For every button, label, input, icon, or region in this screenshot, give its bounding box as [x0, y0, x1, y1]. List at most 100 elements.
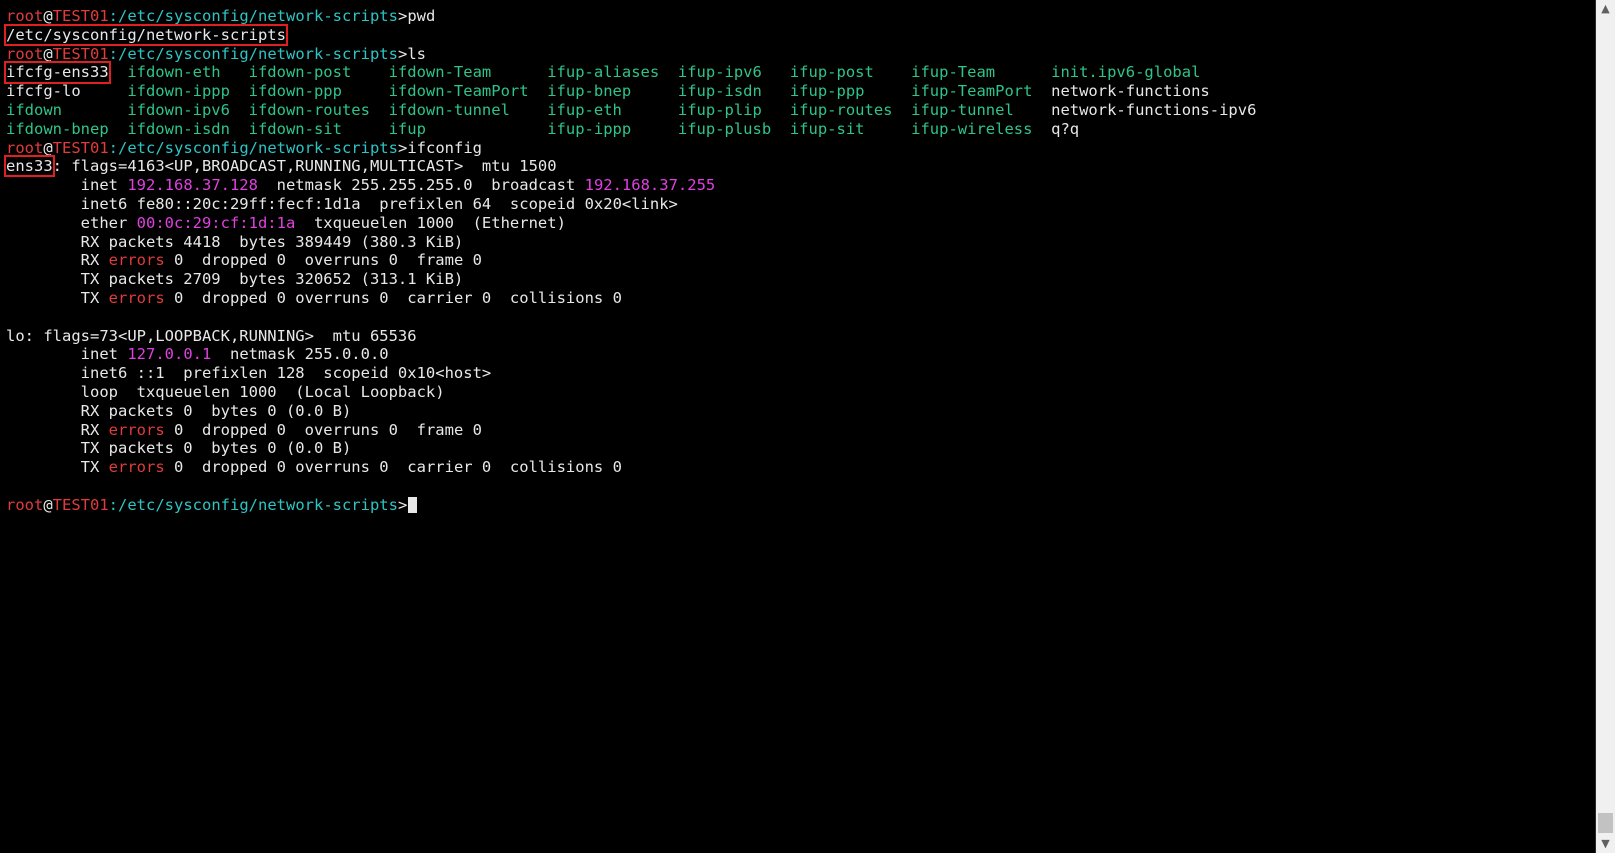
command-text: ifconfig [407, 138, 482, 157]
ifconfig-line: TX errors 0 dropped 0 overruns 0 carrier… [6, 289, 1256, 308]
ls-file-entry: ifup-aliases [547, 63, 660, 82]
interface-name: ens33 [4, 155, 55, 178]
prompt-symbol: > [397, 7, 408, 25]
errors-label: errors [108, 251, 165, 270]
ifconfig-text: inet [6, 176, 128, 195]
ls-file-entry: ifup-TeamPort [911, 82, 1033, 101]
prompt-user: root [6, 7, 44, 25]
ifconfig-text: TX packets 2709 bytes 320652 (313.1 KiB) [6, 270, 464, 289]
ifconfig-text: TX [6, 458, 109, 477]
prompt-user: root [6, 495, 44, 514]
ls-file-entry: ifup-tunnel [911, 100, 1014, 119]
ifconfig-line: inet6 fe80::20c:29ff:fecf:1d1a prefixlen… [6, 195, 1256, 214]
command-text: pwd [407, 7, 436, 25]
ls-file-entry: init.ipv6-global [1051, 63, 1201, 82]
text-cursor [408, 496, 418, 513]
prompt-at: @ [43, 495, 53, 514]
ifconfig-text: loop txqueuelen 1000 (Local Loopback) [6, 382, 445, 401]
ls-file-entry: ifdown-ippp [127, 82, 230, 101]
errors-label: errors [108, 288, 165, 307]
ifconfig-line [6, 308, 1256, 327]
ls-row: ifdown ifdown-ipv6 ifdown-routes ifdown-tun… [6, 101, 1256, 120]
ls-file-entry: ifcfg-lo [6, 82, 81, 101]
ls-file-entry: ifup-eth [547, 100, 622, 119]
ls-file-entry: ifdown-eth [127, 63, 221, 82]
ls-file-entry: q?q [1051, 119, 1080, 138]
ifconfig-line: TX errors 0 dropped 0 overruns 0 carrier… [6, 458, 1256, 477]
ifconfig-line: RX packets 4418 bytes 389449 (380.3 KiB) [6, 233, 1256, 252]
ifconfig-text: netmask 255.0.0.0 [211, 345, 389, 364]
pwd-output-line: /etc/sysconfig/network-scripts [4, 23, 1256, 46]
prompt-at: @ [43, 7, 53, 25]
ifconfig-line: ether 00:0c:29:cf:1d:1a txqueuelen 1000 … [6, 214, 1256, 233]
address-value: 127.0.0.1 [127, 345, 212, 364]
ls-file-entry: ifdown-isdn [127, 119, 230, 138]
ifconfig-text: RX [6, 420, 109, 439]
ifconfig-text: RX [6, 251, 109, 270]
prompt-host: TEST01 [52, 44, 109, 63]
prompt-separator: : [108, 138, 119, 157]
prompt-host: TEST01 [52, 138, 109, 157]
prompt-line: root@TEST01:/etc/sysconfig/network-scrip… [6, 7, 1256, 26]
prompt-user: root [6, 138, 44, 157]
scroll-track[interactable] [1596, 18, 1615, 835]
address-value: 192.168.37.255 [584, 176, 716, 195]
ls-file-entry: ifup-plip [677, 100, 762, 119]
ls-file-entry: ifdown-tunnel [388, 100, 510, 119]
ls-file-entry: ifdown [6, 100, 62, 119]
scroll-thumb[interactable] [1598, 813, 1613, 833]
ifconfig-line: TX packets 2709 bytes 320652 (313.1 KiB) [6, 270, 1256, 289]
vertical-scrollbar[interactable]: ▲ ▼ [1596, 0, 1615, 853]
ifconfig-text: RX packets 4418 bytes 389449 (380.3 KiB) [6, 232, 464, 251]
prompt-separator: : [108, 7, 119, 25]
prompt-line: root@TEST01:/etc/sysconfig/network-scrip… [6, 496, 1256, 515]
scroll-up-icon[interactable]: ▲ [1596, 0, 1615, 18]
prompt-at: @ [43, 44, 53, 63]
address-value: 00:0c:29:cf:1d:1a [136, 213, 296, 232]
pwd-output: /etc/sysconfig/network-scripts [4, 23, 288, 46]
scroll-down-icon[interactable]: ▼ [1596, 835, 1615, 853]
ls-file-entry: ifup-ipv6 [677, 63, 762, 82]
prompt-path: /etc/sysconfig/network-scripts [118, 7, 398, 25]
ifconfig-text: netmask 255.255.255.0 broadcast [257, 176, 585, 195]
prompt-host: TEST01 [52, 7, 109, 25]
ifconfig-line: RX errors 0 dropped 0 overruns 0 frame 0 [6, 421, 1256, 440]
ifconfig-text: TX [6, 288, 109, 307]
ls-file-entry: ifdown-ipv6 [127, 100, 230, 119]
ls-file-entry: ifup-routes [789, 100, 893, 119]
ls-file-entry: ifup-plusb [677, 119, 772, 138]
ifconfig-text: txqueuelen 1000 (Ethernet) [295, 213, 566, 232]
ifconfig-text: 0 dropped 0 overruns 0 frame 0 [164, 251, 482, 270]
ls-file-entry: ifdown-post [248, 63, 352, 82]
prompt-separator: : [108, 495, 119, 514]
ifconfig-text: lo: flags=73<UP,LOOPBACK,RUNNING> mtu 65… [6, 326, 417, 345]
ls-file-entry: ifup [388, 119, 426, 138]
ls-file-entry: ifdown-Team [388, 63, 492, 82]
ls-file-entry: ifup-ppp [789, 82, 865, 101]
prompt-line: root@TEST01:/etc/sysconfig/network-scrip… [6, 139, 1256, 158]
ifconfig-text: 0 dropped 0 overruns 0 carrier 0 collisi… [164, 458, 622, 477]
ifconfig-line: loop txqueuelen 1000 (Local Loopback) [6, 383, 1256, 402]
ls-file-entry: ifup-sit [789, 119, 865, 138]
ifconfig-line: inet 127.0.0.1 netmask 255.0.0.0 [6, 345, 1256, 364]
command-text: ls [407, 44, 426, 63]
ls-row: ifcfg-ens33 ifdown-eth ifdown-post ifdown-T… [4, 61, 1256, 85]
terminal-window[interactable]: root@TEST01:/etc/sysconfig/network-scrip… [0, 0, 1596, 853]
ls-file-entry: ifdown-TeamPort [388, 82, 529, 101]
ifconfig-text: inet [6, 345, 128, 364]
ls-file-entry: ifdown-sit [248, 119, 342, 138]
errors-label: errors [108, 458, 165, 477]
ifconfig-line: RX packets 0 bytes 0 (0.0 B) [6, 402, 1256, 421]
ls-file-entry: network-functions-ipv6 [1051, 100, 1257, 119]
address-value: 192.168.37.128 [127, 176, 258, 195]
ls-file-entry: ifcfg-ens33 [4, 61, 111, 85]
ifconfig-line: inet 192.168.37.128 netmask 255.255.255.… [6, 176, 1256, 195]
ls-file-entry: ifup-bnep [547, 82, 632, 101]
ls-file-entry: network-functions [1051, 82, 1210, 101]
ifconfig-text: : flags=4163<UP,BROADCAST,RUNNING,MULTIC… [52, 157, 557, 176]
ls-file-entry: ifdown-bnep [6, 119, 109, 138]
prompt-separator: : [108, 44, 119, 63]
prompt-symbol: > [397, 495, 408, 514]
ls-row: ifdown-bnep ifdown-isdn ifdown-sit ifup ifup… [6, 120, 1256, 139]
ls-file-entry: ifup-ippp [547, 119, 632, 138]
